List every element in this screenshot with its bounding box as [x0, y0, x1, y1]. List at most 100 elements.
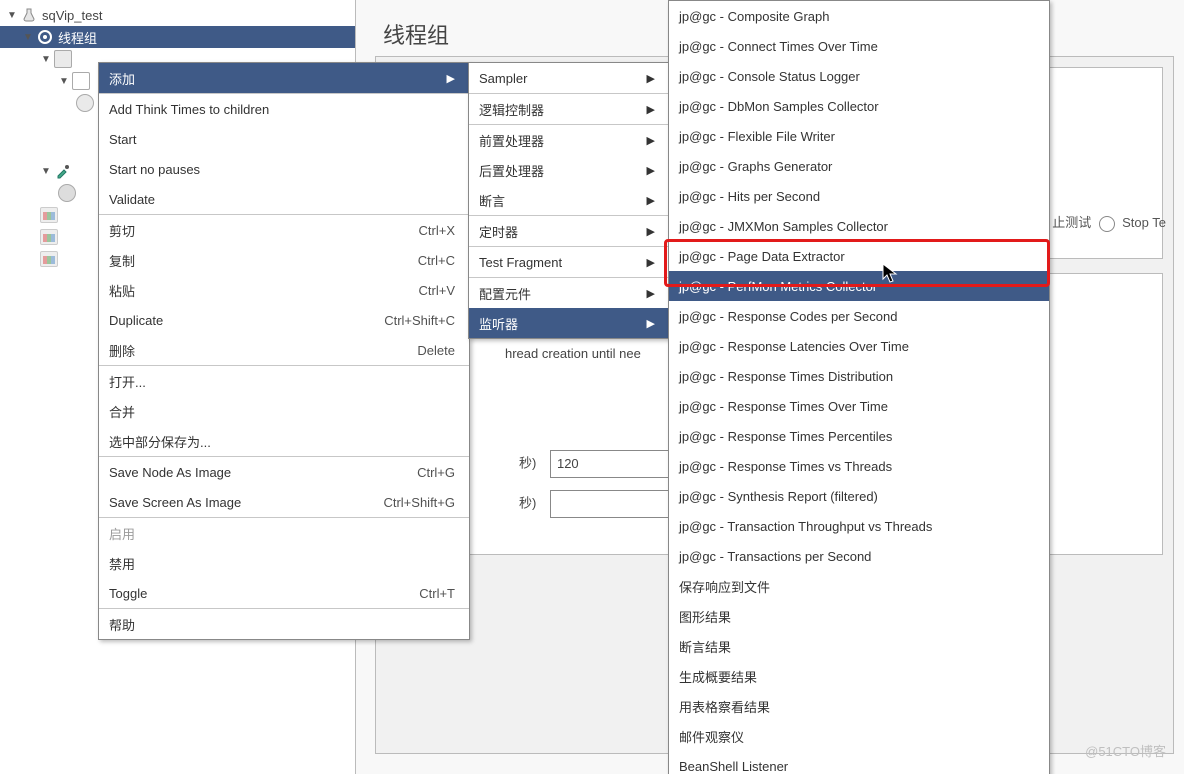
menu-item-sampler[interactable]: Sampler▶: [469, 63, 669, 93]
menu-item-label: jp@gc - JMXMon Samples Collector: [679, 219, 1035, 234]
menu-item-label: jp@gc - Response Codes per Second: [679, 309, 1035, 324]
menu-item-validate[interactable]: Validate: [99, 184, 469, 214]
context-menu-add: Sampler▶ 逻辑控制器▶ 前置处理器▶ 后置处理器▶ 断言▶ 定时器▶ T…: [468, 62, 670, 339]
chart-icon: [40, 250, 58, 268]
menu-item-listener-option[interactable]: BeanShell Listener: [669, 751, 1049, 774]
menu-item-timer[interactable]: 定时器▶: [469, 215, 669, 246]
chevron-right-icon: ▶: [647, 317, 655, 330]
menu-item-label: jp@gc - Composite Graph: [679, 9, 1035, 24]
menu-item-listener-option[interactable]: 断言结果: [669, 631, 1049, 661]
context-menu-listeners: jp@gc - Composite Graph jp@gc - Connect T…: [668, 0, 1050, 774]
menu-item-listener-option[interactable]: jp@gc - Connect Times Over Time: [669, 31, 1049, 61]
menu-item-label: BeanShell Listener: [679, 759, 1035, 774]
menu-item-test-fragment[interactable]: Test Fragment▶: [469, 246, 669, 277]
menu-item-label: jp@gc - Response Times Over Time: [679, 399, 1035, 414]
menu-item-listener-option[interactable]: jp@gc - Transaction Throughput vs Thread…: [669, 511, 1049, 541]
triangle-down-icon[interactable]: ▼: [40, 165, 52, 177]
menu-item-listener-option[interactable]: jp@gc - Transactions per Second: [669, 541, 1049, 571]
triangle-down-icon[interactable]: ▼: [58, 75, 70, 87]
menu-item-listener-option[interactable]: jp@gc - DbMon Samples Collector: [669, 91, 1049, 121]
menu-item-think-times[interactable]: Add Think Times to children: [99, 93, 469, 124]
duration-unit2: 秒): [519, 495, 536, 510]
gear-icon: [36, 28, 54, 46]
menu-item-label: jp@gc - Flexible File Writer: [679, 129, 1035, 144]
chart-icon: [40, 206, 58, 224]
stop-test-label: 止测试: [1052, 215, 1091, 230]
menu-item-listener-option[interactable]: 保存响应到文件: [669, 571, 1049, 601]
menu-item-listener-option[interactable]: jp@gc - Response Times Percentiles: [669, 421, 1049, 451]
menu-item-listener-option[interactable]: jp@gc - Page Data Extractor: [669, 241, 1049, 271]
menu-item-toggle[interactable]: ToggleCtrl+T: [99, 578, 469, 608]
node-icon: [58, 184, 76, 202]
menu-item-duplicate[interactable]: DuplicateCtrl+Shift+C: [99, 305, 469, 335]
chevron-right-icon: ▶: [647, 287, 655, 300]
stop-te-label: Stop Te: [1122, 215, 1166, 230]
delay-label: hread creation until nee: [505, 346, 641, 361]
menu-item-start[interactable]: Start: [99, 124, 469, 154]
tree-node-thread-group[interactable]: ▼ 线程组: [0, 26, 355, 48]
menu-item-label: jp@gc - PerfMon Metrics Collector: [679, 279, 1035, 294]
menu-item-delete[interactable]: 删除Delete: [99, 335, 469, 365]
tree-node-test-plan[interactable]: ▼ sqVip_test: [0, 4, 355, 26]
menu-item-listener-option[interactable]: jp@gc - Response Latencies Over Time: [669, 331, 1049, 361]
menu-item-label: jp@gc - Synthesis Report (filtered): [679, 489, 1035, 504]
tree-label: 线程组: [58, 28, 97, 47]
menu-item-listener-option[interactable]: jp@gc - Composite Graph: [669, 1, 1049, 31]
menu-item-copy[interactable]: 复制Ctrl+C: [99, 245, 469, 275]
menu-item-disable[interactable]: 禁用: [99, 548, 469, 578]
menu-item-listener-option[interactable]: 邮件观察仪: [669, 721, 1049, 751]
chart-icon: [40, 228, 58, 246]
menu-item-save-screen-image[interactable]: Save Screen As ImageCtrl+Shift+G: [99, 487, 469, 517]
menu-item-cut[interactable]: 剪切Ctrl+X: [99, 214, 469, 245]
menu-item-listener-option[interactable]: jp@gc - PerfMon Metrics Collector: [669, 271, 1049, 301]
flask-icon: [20, 6, 38, 24]
menu-item-label: 保存响应到文件: [679, 577, 1035, 596]
menu-item-label: jp@gc - Transaction Throughput vs Thread…: [679, 519, 1035, 534]
triangle-down-icon[interactable]: ▼: [22, 31, 34, 43]
menu-item-label: 图形结果: [679, 607, 1035, 626]
menu-item-label: jp@gc - Response Times Distribution: [679, 369, 1035, 384]
menu-item-label: jp@gc - Response Times Percentiles: [679, 429, 1035, 444]
tree-label: sqVip_test: [42, 8, 102, 23]
menu-item-listener-option[interactable]: jp@gc - JMXMon Samples Collector: [669, 211, 1049, 241]
chevron-right-icon: ▶: [647, 194, 655, 207]
menu-item-save-node-image[interactable]: Save Node As ImageCtrl+G: [99, 456, 469, 487]
menu-item-pre-processor[interactable]: 前置处理器▶: [469, 124, 669, 155]
menu-item-post-processor[interactable]: 后置处理器▶: [469, 155, 669, 185]
menu-item-logic-controller[interactable]: 逻辑控制器▶: [469, 93, 669, 124]
menu-item-listener-option[interactable]: jp@gc - Console Status Logger: [669, 61, 1049, 91]
menu-item-listener-option[interactable]: jp@gc - Response Times Distribution: [669, 361, 1049, 391]
menu-item-listener-option[interactable]: jp@gc - Synthesis Report (filtered): [669, 481, 1049, 511]
menu-item-listener-option[interactable]: jp@gc - Graphs Generator: [669, 151, 1049, 181]
chevron-right-icon: ▶: [647, 134, 655, 147]
menu-item-start-no-pauses[interactable]: Start no pauses: [99, 154, 469, 184]
menu-item-merge[interactable]: 合并: [99, 396, 469, 426]
menu-item-assertion[interactable]: 断言▶: [469, 185, 669, 215]
menu-item-listener[interactable]: 监听器▶: [469, 308, 669, 338]
node-icon: [76, 94, 94, 112]
menu-item-listener-option[interactable]: 生成概要结果: [669, 661, 1049, 691]
menu-item-label: jp@gc - Transactions per Second: [679, 549, 1035, 564]
menu-item-listener-option[interactable]: jp@gc - Response Times vs Threads: [669, 451, 1049, 481]
menu-item-listener-option[interactable]: jp@gc - Flexible File Writer: [669, 121, 1049, 151]
menu-item-listener-option[interactable]: 图形结果: [669, 601, 1049, 631]
node-icon: [72, 72, 90, 90]
menu-item-config-element[interactable]: 配置元件▶: [469, 277, 669, 308]
menu-item-paste[interactable]: 粘贴Ctrl+V: [99, 275, 469, 305]
menu-item-listener-option[interactable]: jp@gc - Hits per Second: [669, 181, 1049, 211]
menu-item-save-selection-as[interactable]: 选中部分保存为...: [99, 426, 469, 456]
chevron-right-icon: ▶: [447, 72, 455, 85]
menu-item-listener-option[interactable]: jp@gc - Response Times Over Time: [669, 391, 1049, 421]
chevron-right-icon: ▶: [647, 225, 655, 238]
node-icon: [54, 50, 72, 68]
menu-item-add[interactable]: 添加▶: [99, 63, 469, 93]
menu-item-label: jp@gc - Hits per Second: [679, 189, 1035, 204]
menu-item-label: jp@gc - Response Latencies Over Time: [679, 339, 1035, 354]
triangle-down-icon[interactable]: ▼: [40, 53, 52, 65]
triangle-down-icon[interactable]: ▼: [6, 9, 18, 21]
menu-item-listener-option[interactable]: 用表格察看结果: [669, 691, 1049, 721]
menu-item-help[interactable]: 帮助: [99, 608, 469, 639]
radio-icon[interactable]: [1099, 216, 1115, 232]
menu-item-listener-option[interactable]: jp@gc - Response Codes per Second: [669, 301, 1049, 331]
menu-item-open[interactable]: 打开...: [99, 365, 469, 396]
